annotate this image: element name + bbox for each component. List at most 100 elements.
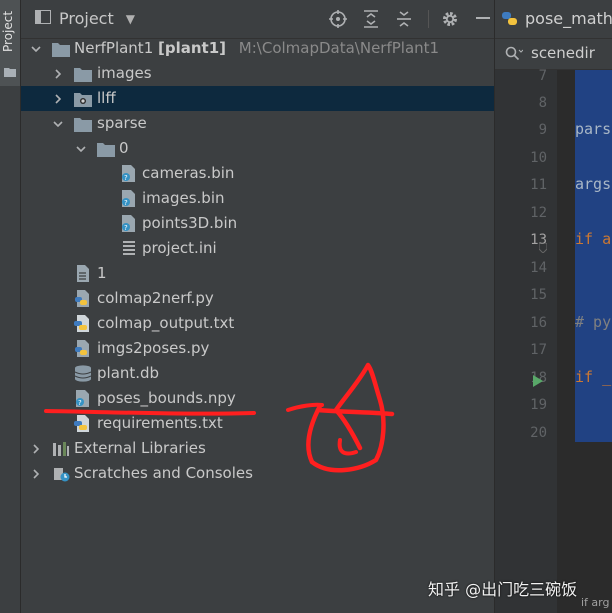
chevron-right-icon[interactable] xyxy=(29,436,43,461)
project-view-selector[interactable]: Project ▼ xyxy=(35,9,135,28)
find-bar[interactable]: scenedir xyxy=(495,39,612,70)
project-root-name: NerfPlant1 xyxy=(74,39,154,57)
tree-item-sparse[interactable]: sparse xyxy=(21,111,494,136)
project-tool-label: Project xyxy=(1,10,15,52)
tree-item-label: colmap2nerf.py xyxy=(97,289,214,307)
code-line-13: if a xyxy=(575,230,612,248)
chevron-right-icon[interactable] xyxy=(51,61,65,86)
code-line-16: # py xyxy=(575,313,612,331)
tree-item-cameras-bin[interactable]: ? cameras.bin xyxy=(21,161,494,186)
line-number: 9 xyxy=(538,122,547,138)
tree-item-label: imgs2poses.py xyxy=(97,339,210,357)
tree-item-label: llff xyxy=(97,89,116,107)
unknown-file-icon: ? xyxy=(74,390,92,407)
project-panel: Project ▼ NerfPlant1 [plant1] M:\ColmapD… xyxy=(21,0,494,613)
line-number: 19 xyxy=(530,397,547,413)
line-number: 17 xyxy=(530,342,547,358)
tree-item-plant-db[interactable]: plant.db xyxy=(21,361,494,386)
fold-icon[interactable] xyxy=(538,238,548,257)
python-text-file-icon xyxy=(74,415,92,432)
folder-icon xyxy=(74,65,92,82)
chevron-right-icon[interactable] xyxy=(29,461,43,486)
panel-toolbar xyxy=(327,9,505,29)
line-number: 12 xyxy=(530,205,547,221)
tree-item-label: poses_bounds.npy xyxy=(97,389,236,407)
chevron-down-icon[interactable] xyxy=(74,136,88,161)
toolbar-divider xyxy=(428,10,429,28)
run-icon[interactable] xyxy=(533,372,543,391)
tree-item-label: 0 xyxy=(119,139,129,157)
chevron-right-icon[interactable] xyxy=(51,86,65,111)
line-number: 10 xyxy=(530,150,547,166)
svg-text:?: ? xyxy=(124,199,128,207)
unknown-file-icon: ? xyxy=(120,165,138,182)
project-path: M:\ColmapData\NerfPlant1 xyxy=(238,39,440,57)
line-number: 8 xyxy=(538,95,547,111)
tree-item-poses-bounds-npy[interactable]: ? poses_bounds.npy xyxy=(21,386,494,411)
folder-icon xyxy=(52,40,70,57)
watermark-text: 知乎 @出门吃三碗饭 xyxy=(428,580,578,599)
tree-item-colmap-output-txt[interactable]: colmap_output.txt xyxy=(21,311,494,336)
editor-pane: pose_math.p scenedir 7 8 9 10 11 12 13 1… xyxy=(495,0,612,613)
tree-item-project-ini[interactable]: project.ini xyxy=(21,236,494,261)
editor-tab-label: pose_math.p xyxy=(525,9,612,28)
collapse-all-icon[interactable] xyxy=(393,9,415,29)
line-number-gutter: 7 8 9 10 11 12 13 14 15 16 17 18 19 20 xyxy=(495,68,557,613)
project-panel-title: Project xyxy=(59,9,114,28)
tree-item-label: sparse xyxy=(97,114,147,132)
chevron-down-icon[interactable] xyxy=(51,111,65,136)
tree-item-nerfplant1[interactable]: NerfPlant1 [plant1] M:\ColmapData\NerfPl… xyxy=(21,36,494,61)
tree-item-points3d-bin[interactable]: ? points3D.bin xyxy=(21,211,494,236)
library-icon xyxy=(52,440,70,457)
python-file-icon xyxy=(74,290,92,307)
breadcrumb-hint: if arg xyxy=(581,596,610,609)
tree-item-label: External Libraries xyxy=(74,439,206,457)
gear-icon[interactable] xyxy=(439,9,461,29)
code-line-18: if _ xyxy=(575,368,612,386)
line-number: 14 xyxy=(530,260,547,276)
minimize-icon[interactable] xyxy=(472,9,494,29)
tree-item-colmap2nerf-py[interactable]: colmap2nerf.py xyxy=(21,286,494,311)
tree-item-external-libraries[interactable]: External Libraries xyxy=(21,436,494,461)
line-number: 7 xyxy=(538,68,547,84)
tree-item-images[interactable]: images xyxy=(21,61,494,86)
line-number: 15 xyxy=(530,287,547,303)
code-line-11: args xyxy=(575,175,612,193)
ide-window: Project Project ▼ NerfPlant1 [plant1] M:… xyxy=(0,0,612,613)
python-file-icon xyxy=(74,340,92,357)
code-area[interactable]: pars args if a # py if _ xyxy=(557,70,612,613)
tree-item-label: colmap_output.txt xyxy=(97,314,235,332)
editor-tab-bar: pose_math.p xyxy=(495,0,612,39)
line-number: 16 xyxy=(530,315,547,331)
config-file-icon xyxy=(120,240,138,257)
svg-text:?: ? xyxy=(124,174,128,182)
code-line-9: pars xyxy=(575,120,612,138)
tree-item-label: cameras.bin xyxy=(142,164,235,182)
tree-item-imgs2poses-py[interactable]: imgs2poses.py xyxy=(21,336,494,361)
search-icon xyxy=(505,46,524,66)
module-name: [plant1] xyxy=(158,39,227,57)
tree-item-label: plant.db xyxy=(97,364,160,382)
tree-item-llff[interactable]: llff xyxy=(21,86,494,111)
text-file-icon xyxy=(74,265,92,282)
tree-item-label: images.bin xyxy=(142,189,225,207)
line-number: 11 xyxy=(530,177,547,193)
locate-icon[interactable] xyxy=(327,9,349,29)
expand-all-icon[interactable] xyxy=(360,9,382,29)
python-file-icon xyxy=(501,10,519,31)
database-icon xyxy=(74,365,92,382)
tree-item-label: Scratches and Consoles xyxy=(74,464,253,482)
tree-item-scratches[interactable]: Scratches and Consoles xyxy=(21,461,494,486)
project-tree: NerfPlant1 [plant1] M:\ColmapData\NerfPl… xyxy=(21,36,494,486)
folder-icon xyxy=(97,140,115,157)
tree-item-requirements-txt[interactable]: requirements.txt xyxy=(21,411,494,436)
chevron-down-icon[interactable] xyxy=(29,36,43,61)
project-tool-tab[interactable]: Project xyxy=(0,0,20,86)
tree-item-label: requirements.txt xyxy=(97,414,223,432)
tree-item-label: points3D.bin xyxy=(142,214,238,232)
tree-item-label: 1 xyxy=(97,264,107,282)
tree-item-file-1[interactable]: 1 xyxy=(21,261,494,286)
tree-item-images-bin[interactable]: ? images.bin xyxy=(21,186,494,211)
search-input[interactable]: scenedir xyxy=(531,44,595,62)
tree-item-sparse-0[interactable]: 0 xyxy=(21,136,494,161)
